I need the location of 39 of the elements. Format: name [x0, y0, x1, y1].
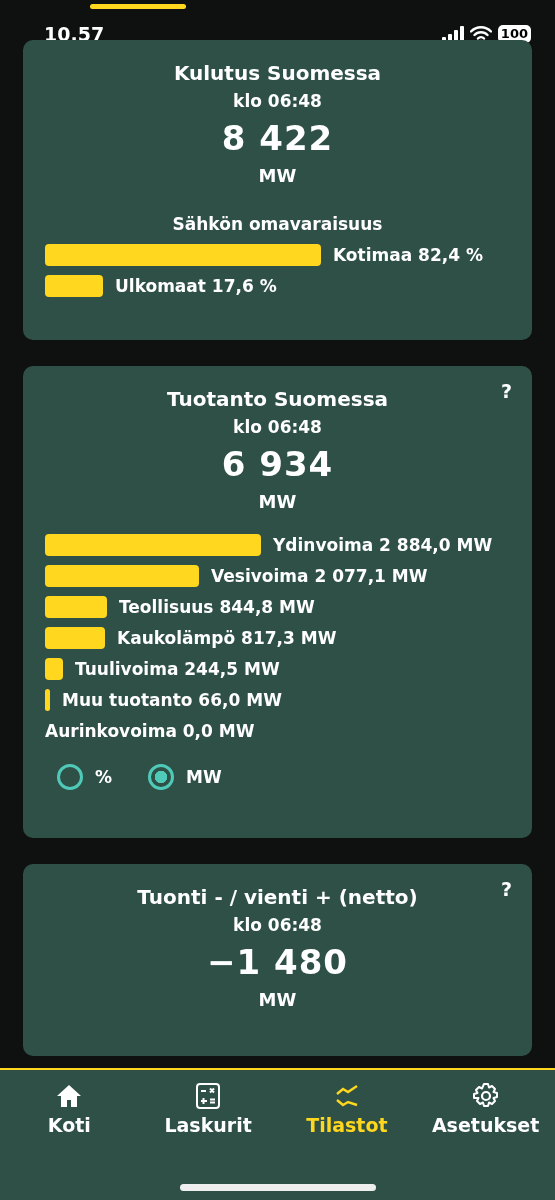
power-value: 8 422 [221, 117, 334, 160]
calculator-icon [194, 1082, 223, 1110]
unit-label: MW [258, 164, 297, 188]
settings-icon [471, 1082, 500, 1110]
battery-level: 100 [497, 25, 531, 43]
bar-label: Vesivoima 2 077,1 MW [211, 565, 428, 587]
bar-label: Muu tuotanto 66,0 MW [62, 689, 282, 711]
bar-label: Ulkomaat 17,6 % [115, 275, 277, 297]
unit-label: MW [258, 988, 297, 1012]
bar-label: Aurinkovoima 0,0 MW [45, 720, 255, 742]
bar-label: Teollisuus 844,8 MW [119, 596, 315, 618]
bar-label: Kaukolämpö 817,3 MW [117, 627, 337, 649]
card-title: Kulutus Suomessa [173, 60, 382, 86]
bar [45, 627, 105, 649]
bar [45, 275, 103, 297]
tab-bar-item[interactable]: Laskurit [138, 1082, 278, 1142]
tab-bar-item[interactable]: Asetukset [416, 1082, 555, 1142]
timestamp: klo 06:48 [233, 416, 322, 439]
bar [45, 658, 63, 680]
help-button[interactable]: ? [500, 878, 512, 900]
power-value: 6 934 [221, 443, 334, 486]
section-subtitle: Sähkön omavaraisuus [172, 213, 383, 236]
timestamp: klo 06:48 [233, 90, 322, 113]
bar [45, 689, 50, 711]
bar-label: Ydinvoima 2 884,0 MW [273, 534, 493, 556]
unit-radio-button[interactable]: MW [148, 764, 222, 790]
bar [45, 596, 107, 618]
unit-radio-button[interactable]: % [57, 764, 113, 790]
unit-label: MW [258, 490, 297, 514]
tab-bar-item[interactable]: Koti [0, 1082, 139, 1142]
card-title: Tuotanto Suomessa [166, 386, 389, 412]
timestamp: klo 06:48 [233, 914, 322, 937]
tab-bar-item[interactable]: Tilastot [277, 1082, 417, 1142]
bar-label: Kotimaa 82,4 % [333, 244, 483, 266]
bar-label: Tuulivoima 244,5 MW [75, 658, 280, 680]
help-button[interactable]: ? [500, 380, 512, 402]
wifi-icon [469, 26, 492, 42]
power-value: −1 480 [207, 941, 348, 984]
card-title: Tuonti - / vienti + (netto) [137, 884, 418, 910]
